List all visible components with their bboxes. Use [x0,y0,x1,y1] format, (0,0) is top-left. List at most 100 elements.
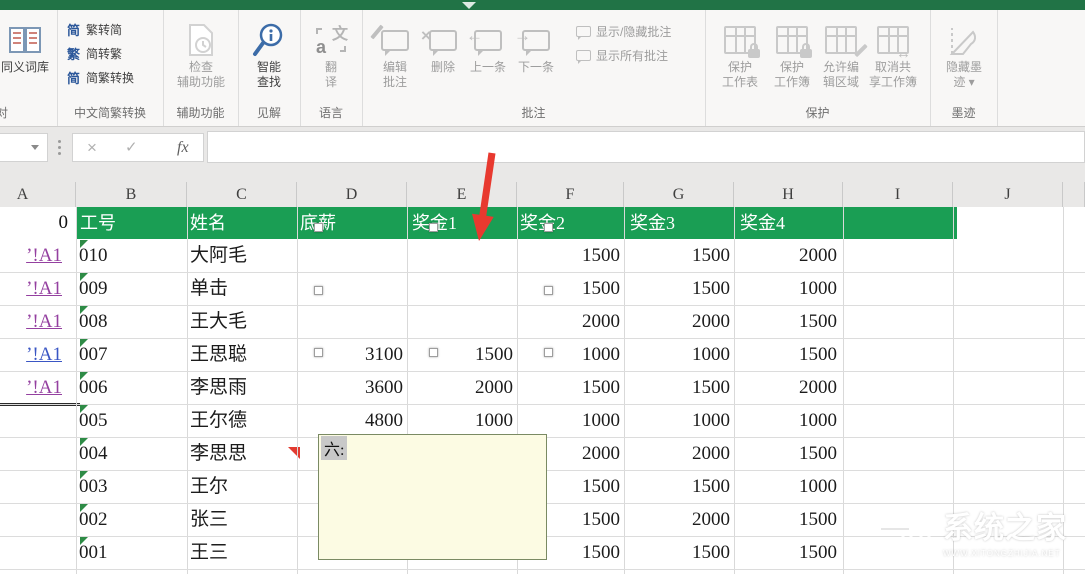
traditional-to-simplified-button[interactable]: 简 繁转简 [67,18,122,40]
cell-e[interactable] [407,272,513,305]
selection-handle[interactable] [429,223,438,232]
cell-name[interactable]: 王尔 [190,470,294,503]
cell-d[interactable] [297,239,403,272]
sheet-link[interactable]: ’!A1 [0,272,62,305]
cell-f[interactable]: 1500 [517,239,620,272]
cell-g[interactable]: 1500 [624,470,730,503]
unshare-workbook-button[interactable]: ↔ 取消共 享工作簿 [865,20,921,90]
cell-h[interactable]: 1500 [734,338,837,371]
cell-g[interactable]: 2000 [624,305,730,338]
cell-g[interactable]: 1500 [624,371,730,404]
comment-text[interactable]: 六: [321,436,347,460]
cell-h[interactable]: 1500 [734,305,837,338]
cell-id[interactable]: 002 [79,503,184,536]
cell-g[interactable]: 1500 [624,239,730,272]
sheet-link[interactable]: ’!A1 [0,239,62,272]
translate-button[interactable]: 文 a 翻 译 [309,20,353,90]
cell-h[interactable]: 1000 [734,272,837,305]
column-header-i[interactable]: I [843,182,953,207]
cancel-icon[interactable]: × [87,134,97,161]
selection-handle[interactable] [429,348,438,357]
header-cell-c6[interactable]: 奖金3 [630,207,675,239]
cell-g[interactable]: 1000 [624,338,730,371]
cell-g[interactable]: 1000 [624,404,730,437]
header-cell-c5[interactable]: 奖金2 [520,207,565,239]
cell-g[interactable]: 1500 [624,272,730,305]
cell-name[interactable]: 张三 [190,503,294,536]
header-cell-c1[interactable]: 工号 [80,207,116,239]
previous-comment-button[interactable]: ← 上一条 [464,20,512,75]
cell-a1[interactable]: 0 [0,207,68,239]
cell-f[interactable]: 1000 [517,404,620,437]
selection-handle[interactable] [544,348,553,357]
cell-f[interactable]: 1000 [517,338,620,371]
next-comment-button[interactable]: → 下一条 [512,20,560,75]
cell-d[interactable] [297,272,403,305]
cell-name[interactable]: 李思雨 [190,371,294,404]
column-header-c[interactable]: C [187,182,297,207]
cell-g[interactable]: 2000 [624,437,730,470]
column-header-f[interactable]: F [517,182,624,207]
column-header-d[interactable]: D [297,182,407,207]
hyperlink-text[interactable]: ’!A1 [26,377,62,398]
cell-name[interactable]: 王思聪 [190,338,294,371]
selection-handle[interactable] [314,348,323,357]
cell-id[interactable]: 010 [79,239,184,272]
cell-id[interactable]: 009 [79,272,184,305]
column-header-a[interactable]: A [0,182,76,207]
formula-input[interactable] [207,131,1085,163]
protect-workbook-button[interactable]: 保护 工作簿 [767,20,817,90]
hyperlink-text[interactable]: ’!A1 [26,278,62,299]
header-cell-c2[interactable]: 姓名 [190,207,226,239]
cell-h[interactable]: 1000 [734,404,837,437]
cell-h[interactable]: 1500 [734,536,837,569]
sheet-link[interactable]: ’!A1 [0,305,62,338]
comment-box[interactable]: 六: [318,434,547,560]
smart-lookup-button[interactable]: 智能 查找 [246,20,292,90]
cell-d[interactable] [297,305,403,338]
column-header-j[interactable]: J [953,182,1063,207]
cell-e[interactable]: 1500 [407,338,513,371]
column-header-b[interactable]: B [76,182,187,207]
name-box-dropdown-icon[interactable] [31,145,39,150]
cell-e[interactable] [407,305,513,338]
convert-between-button[interactable]: 简 简繁转换 [67,66,134,88]
cell-f[interactable]: 1500 [517,272,620,305]
cell-h[interactable]: 1500 [734,437,837,470]
selection-handle[interactable] [314,286,323,295]
cell-name[interactable]: 大阿毛 [190,239,294,272]
hyperlink-text[interactable]: ’!A1 [26,344,62,365]
header-cell-c7[interactable]: 奖金4 [740,207,785,239]
column-header-h[interactable]: H [734,182,843,207]
protect-sheet-button[interactable]: 保护 工作表 [713,20,767,90]
show-hide-comment-button[interactable]: 显示/隐藏批注 [576,20,671,42]
formula-bar-grip-icon[interactable] [58,140,61,155]
cell-h[interactable]: 2000 [734,371,837,404]
cell-name[interactable]: 单击 [190,272,294,305]
hyperlink-text[interactable]: ’!A1 [26,245,62,266]
cell-h[interactable]: 1500 [734,503,837,536]
enter-icon[interactable]: ✓ [125,134,138,161]
hide-ink-button[interactable]: 隐藏墨 迹 ▾ [936,20,992,90]
cell-f[interactable]: 1500 [517,371,620,404]
cell-name[interactable]: 王三 [190,536,294,569]
cell-id[interactable]: 008 [79,305,184,338]
cell-d[interactable]: 3100 [297,338,403,371]
delete-comment-button[interactable]: × 删除 [422,20,464,75]
thesaurus-button[interactable]: 同义词库 [0,20,56,75]
selection-handle[interactable] [544,286,553,295]
hyperlink-text[interactable]: ’!A1 [26,311,62,332]
cell-h[interactable]: 2000 [734,239,837,272]
column-header-g[interactable]: G [624,182,734,207]
cell-h[interactable]: 1000 [734,470,837,503]
cell-e[interactable]: 2000 [407,371,513,404]
fx-icon[interactable]: fx [177,134,189,161]
selection-handle[interactable] [314,223,323,232]
cell-id[interactable]: 003 [79,470,184,503]
cell-id[interactable]: 005 [79,404,184,437]
sheet-link[interactable]: ’!A1 [0,338,62,371]
allow-edit-ranges-button[interactable]: 允许编 辑区域 [817,20,865,90]
cell-g[interactable]: 1500 [624,536,730,569]
cell-id[interactable]: 007 [79,338,184,371]
simplified-to-traditional-button[interactable]: 繁 简转繁 [67,42,122,64]
